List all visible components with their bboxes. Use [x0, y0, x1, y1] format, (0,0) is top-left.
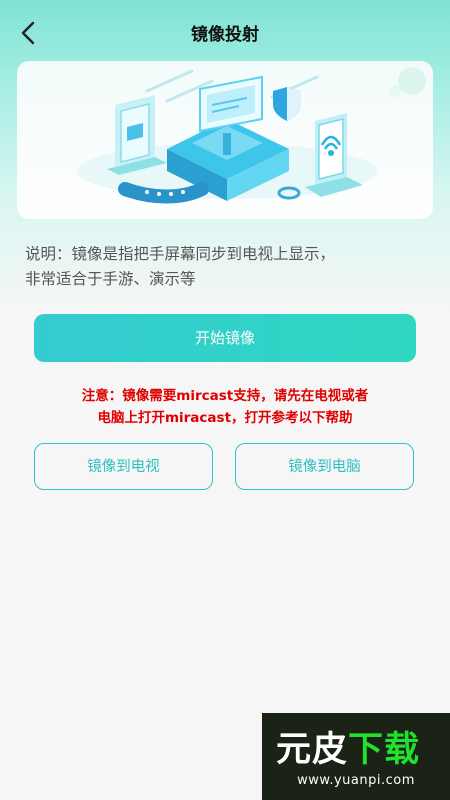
screen-mirroring-illustration	[77, 67, 426, 204]
start-mirroring-button[interactable]: 开始镜像	[34, 314, 416, 362]
watermark-url: www.yuanpi.com	[297, 773, 415, 788]
page-title: 镜像投射	[191, 25, 259, 45]
notice-line-1: 注意：镜像需要mircast支持，请先在电视或者	[81, 388, 369, 404]
mirror-to-pc-button[interactable]: 镜像到电脑	[235, 443, 414, 490]
notice-line-2: 电脑上打开miracast，打开参考以下帮助	[97, 410, 353, 426]
description-line-2: 非常适合于手游、演示等	[25, 270, 196, 288]
description-line-1: 说明：镜像是指把手屏幕同步到电视上显示，	[25, 245, 336, 263]
watermark-logo: 元皮下载	[276, 721, 420, 772]
mirroring-banner	[17, 61, 433, 219]
site-watermark: 元皮下载 www.yuanpi.com	[262, 713, 450, 800]
watermark-logo-part2: 下载	[348, 729, 421, 770]
watermark-logo-part1: 元皮	[276, 729, 349, 770]
mirror-to-tv-button[interactable]: 镜像到电视	[34, 443, 213, 490]
description-text: 说明：镜像是指把手屏幕同步到电视上显示， 非常适合于手游、演示等	[25, 242, 425, 292]
miracast-notice: 注意：镜像需要mircast支持，请先在电视或者 电脑上打开miracast，打…	[30, 385, 420, 429]
top-bar: 镜像投射	[0, 0, 450, 64]
